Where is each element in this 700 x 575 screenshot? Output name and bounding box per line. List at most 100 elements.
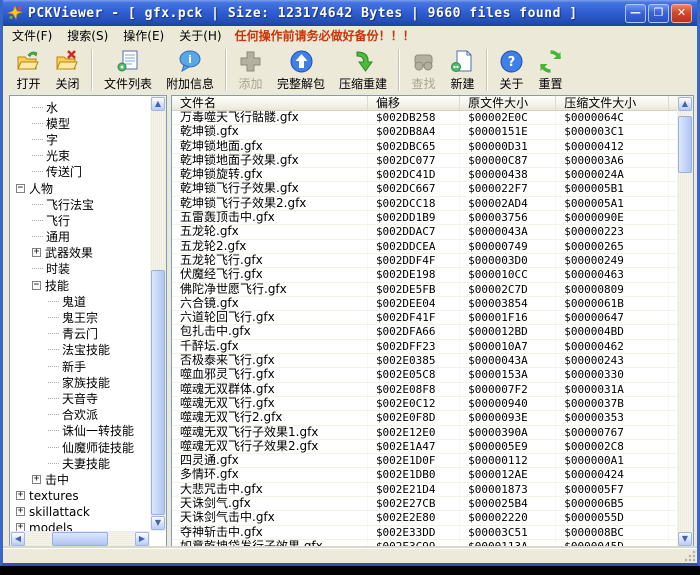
tree-item[interactable]: 飞行法宝 (10, 196, 150, 212)
full-unpack-button[interactable]: 完整解包 (270, 48, 332, 92)
tree-item[interactable]: 夫妻技能 (10, 455, 150, 471)
tree-item[interactable]: 青云门 (10, 326, 150, 342)
tree-item[interactable]: 鬼道 (10, 293, 150, 309)
tree-item[interactable]: 通用 (10, 229, 150, 245)
table-row[interactable]: 五龙轮2.gfx$002DDCEA$00000749$00000265 (172, 240, 677, 254)
scroll-down-icon[interactable]: ▼ (151, 516, 165, 530)
table-row[interactable]: 乾坤锁飞行子效果.gfx$002DC667$000022F7$000005B1 (172, 182, 677, 196)
menu-file[interactable]: 文件(F) (6, 25, 61, 46)
table-row[interactable]: 五龙轮.gfx$002DDAC7$0000043A$00000223 (172, 225, 677, 239)
table-row[interactable]: 夺神斩击中.gfx$002E33DD$00003C51$000008BC (172, 526, 677, 540)
tree-item[interactable]: 家族技能 (10, 374, 150, 390)
tree-item[interactable]: 光束 (10, 148, 150, 164)
tree-item[interactable]: 天音寺 (10, 390, 150, 406)
table-row[interactable]: 五雷轰顶击中.gfx$002DD1B9$00003756$0000090E (172, 211, 677, 225)
expand-plus-icon[interactable]: + (32, 248, 41, 257)
table-row[interactable]: 四灵通.gfx$002E1D0F$00000112$000000A1 (172, 454, 677, 468)
table-row[interactable]: 否极泰来飞行.gfx$002E0385$0000043A$00000243 (172, 354, 677, 368)
tree-item[interactable]: 仙魔师徒技能 (10, 439, 150, 455)
table-row[interactable]: 乾坤锁地面.gfx$002DBC65$00000D31$00000412 (172, 140, 677, 154)
table-row[interactable]: 乾坤锁.gfx$002DB8A4$0000151E$000003C1 (172, 125, 677, 139)
table-row[interactable]: 六道轮回飞行.gfx$002DF41F$00001F16$00000647 (172, 311, 677, 325)
table-scroll-thumb[interactable] (678, 116, 692, 173)
tree-item[interactable]: +models (10, 520, 150, 531)
original-size-cell: $000005E9 (460, 440, 556, 453)
tree-item[interactable]: 水 (10, 99, 150, 115)
collapse-minus-icon[interactable]: − (16, 184, 25, 193)
new-button[interactable]: 新建 (443, 48, 482, 92)
table-row[interactable]: 多情环.gfx$002E1DB0$000012AE$00000424 (172, 468, 677, 482)
minimize-button[interactable]: — (625, 4, 646, 23)
table-row[interactable]: 噬魂无双飞行.gfx$002E0C12$00000940$0000037B (172, 397, 677, 411)
tree-hscroll-thumb[interactable] (52, 532, 108, 546)
tree-item[interactable]: +武器效果 (10, 245, 150, 261)
table-row[interactable]: 六合镜.gfx$002DEE04$00003854$0000061B (172, 297, 677, 311)
compress-rebuild-button[interactable]: 压缩重建 (332, 48, 394, 92)
tree-item[interactable]: 鬼王宗 (10, 309, 150, 325)
tree-item[interactable]: +skillattack (10, 504, 150, 520)
expand-plus-icon[interactable]: + (16, 491, 25, 500)
tree-item[interactable]: 诛仙一转技能 (10, 423, 150, 439)
tree-item[interactable]: 法宝技能 (10, 342, 150, 358)
expand-plus-icon[interactable]: + (32, 475, 41, 484)
tree-item[interactable]: −人物 (10, 180, 150, 196)
tree-item[interactable]: −技能 (10, 277, 150, 293)
reset-button[interactable]: 重置 (531, 48, 570, 92)
close-button[interactable]: 关闭 (48, 48, 87, 92)
extra-info-button[interactable]: i附加信息 (159, 48, 221, 92)
tree-horizontal-scrollbar[interactable]: ◀ ▶ (10, 531, 150, 547)
collapse-minus-icon[interactable]: − (32, 281, 41, 290)
scroll-down-icon[interactable]: ▼ (678, 532, 692, 546)
tree-item[interactable]: +textures (10, 488, 150, 504)
file-list-button[interactable]: 文件列表 (97, 48, 159, 92)
resize-grip[interactable] (684, 550, 696, 562)
table-row[interactable]: 千醉坛.gfx$002DFF23$000010A7$00000462 (172, 340, 677, 354)
table-header-row: 文件名 偏移 原文件大小 压缩文件大小 (172, 96, 677, 111)
tree-scroll-thumb[interactable] (151, 270, 165, 515)
about-button[interactable]: ?关于 (492, 48, 531, 92)
maximize-button[interactable]: ❐ (648, 4, 669, 23)
table-row[interactable]: 天诛剑气击中.gfx$002E2E80$00002220$0000055D (172, 511, 677, 525)
column-header-original-size[interactable]: 原文件大小 (460, 96, 556, 110)
table-row[interactable]: 噬魂无双飞行子效果1.gfx$002E12E0$0000390A$0000076… (172, 426, 677, 440)
column-header-filename[interactable]: 文件名 (172, 96, 368, 110)
scroll-up-icon[interactable]: ▲ (678, 97, 692, 111)
scroll-left-icon[interactable]: ◀ (11, 532, 25, 546)
column-header-compressed-size[interactable]: 压缩文件大小 (556, 96, 669, 110)
scroll-right-icon[interactable]: ▶ (135, 532, 149, 546)
scroll-up-icon[interactable]: ▲ (151, 97, 165, 111)
menu-search[interactable]: 搜索(S) (61, 25, 117, 46)
table-row[interactable]: 天诛剑气.gfx$002E27CB$000025B4$000006B5 (172, 497, 677, 511)
table-row[interactable]: 乾坤锁飞行子效果2.gfx$002DCC18$00002AD4$000005A1 (172, 197, 677, 211)
tree-item[interactable]: 时装 (10, 261, 150, 277)
table-row[interactable]: 噬魂无双群体.gfx$002E08F8$000007F2$0000031A (172, 383, 677, 397)
table-row[interactable]: 乾坤锁地面子效果.gfx$002DC077$00000C87$000003A6 (172, 154, 677, 168)
menu-operate[interactable]: 操作(E) (117, 25, 173, 46)
table-row[interactable]: 佛陀净世愿飞行.gfx$002DE5FB$00002C7D$00000809 (172, 283, 677, 297)
table-row[interactable]: 万毒噬天飞行骷髅.gfx$002DB258$00002E0C$0000064C (172, 111, 677, 125)
tree-item[interactable]: 合欢派 (10, 407, 150, 423)
menu-about[interactable]: 关于(H) (173, 25, 230, 46)
close-button[interactable]: ✕ (671, 4, 692, 23)
open-button[interactable]: 打开 (9, 48, 48, 92)
table-row[interactable]: 包扎击中.gfx$002DFA66$000012BD$000004BD (172, 325, 677, 339)
table-row[interactable]: 噬血邪灵飞行.gfx$002E05C8$0000153A$00000330 (172, 368, 677, 382)
table-row[interactable]: 如意乾坤袋发行子效果.gfx$002E3C99$0000113A$0000045… (172, 540, 677, 547)
tree-item[interactable]: 传送门 (10, 164, 150, 180)
tree-item[interactable]: 新手 (10, 358, 150, 374)
tree-vertical-scrollbar[interactable]: ▲ ▼ (150, 96, 166, 531)
tree-item[interactable]: 字 (10, 131, 150, 147)
table-row[interactable]: 乾坤锁旋转.gfx$002DC41D$00000438$0000024A (172, 168, 677, 182)
table-row[interactable]: 伏魔经飞行.gfx$002DE198$000010CC$00000463 (172, 268, 677, 282)
tree-item[interactable]: +击中 (10, 471, 150, 487)
column-header-offset[interactable]: 偏移 (368, 96, 460, 110)
table-row[interactable]: 噬魂无双飞行2.gfx$002E0F8D$0000093E$00000353 (172, 411, 677, 425)
table-row[interactable]: 噬魂无双飞行子效果2.gfx$002E1A47$000005E9$000002C… (172, 440, 677, 454)
tree-item[interactable]: 飞行 (10, 212, 150, 228)
tree-item[interactable]: 模型 (10, 115, 150, 131)
table-vertical-scrollbar[interactable]: ▲ ▼ (677, 96, 693, 547)
table-row[interactable]: 大悲咒击中.gfx$002E21D4$00001873$000005F7 (172, 483, 677, 497)
expand-plus-icon[interactable]: + (16, 523, 25, 531)
expand-plus-icon[interactable]: + (16, 507, 25, 516)
table-row[interactable]: 五龙轮飞行.gfx$002DDF4F$000003D0$00000249 (172, 254, 677, 268)
